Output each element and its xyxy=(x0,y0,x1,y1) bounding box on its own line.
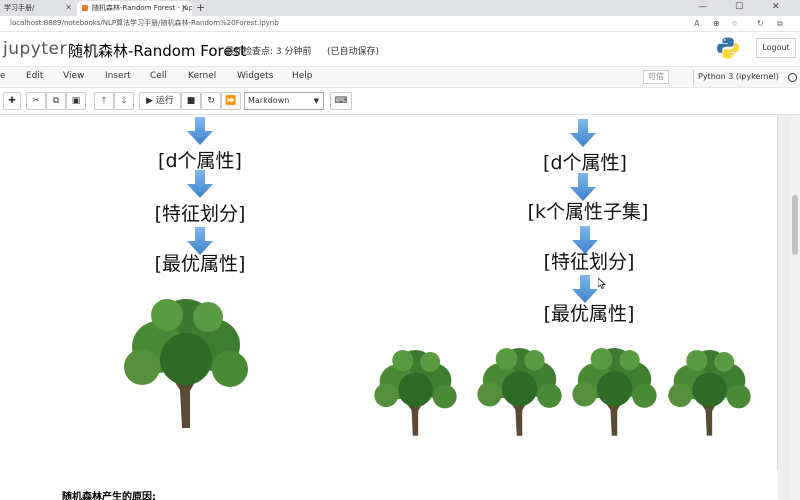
insert-cell-button[interactable]: ✚ xyxy=(3,92,21,110)
minimize-icon[interactable]: — xyxy=(698,0,707,15)
play-icon: ▶ xyxy=(146,96,154,106)
tree-icon xyxy=(124,299,248,428)
menu-widgets[interactable]: Widgets xyxy=(237,71,273,81)
notebook-scrollbar[interactable] xyxy=(790,115,800,500)
arrow-down-icon xyxy=(187,170,213,198)
arrow-down-icon xyxy=(570,119,596,147)
close-window-icon[interactable]: ✕ xyxy=(772,0,780,15)
jupyter-header: jupyter 随机森林-Random Forest 最新检查点: 3 分钟前 … xyxy=(0,32,800,66)
kernel-status-icon xyxy=(788,73,797,82)
kernel-divider xyxy=(693,70,694,85)
tab-label: 随机森林-Random Forest - Jupyt xyxy=(92,4,192,12)
cut-button[interactable]: ✂ xyxy=(26,92,46,110)
kernel-name[interactable]: Python 3 (ipykernel) xyxy=(698,72,779,81)
interrupt-button[interactable]: ■ xyxy=(181,92,201,110)
url-field[interactable]: localhost:8889/notebooks/NLP算法学习手册/随机森林-… xyxy=(10,18,279,29)
tree-icon xyxy=(477,348,562,436)
menu-cell[interactable]: Cell xyxy=(150,71,167,81)
cell-type-select[interactable]: Markdown ▼ xyxy=(244,92,324,110)
arrow-down-icon: 🡓 xyxy=(121,96,127,106)
right-flow-step-3: [特征划分] xyxy=(543,251,635,273)
left-flow-step-3: [最优属性] xyxy=(154,253,246,275)
restart-icon: ↻ xyxy=(207,96,215,106)
translate-icon[interactable]: A xyxy=(694,17,699,30)
arrow-up-icon: 🡑 xyxy=(101,96,107,106)
fast-forward-icon: ⏩ xyxy=(225,96,237,106)
right-flow-step-4: [最优属性] xyxy=(543,303,635,325)
paste-button[interactable]: ▣ xyxy=(66,92,86,110)
markdown-cell[interactable]: [d个属性] [特征划分] [最优属性] [d个属性] [k个属性子集] [特征… xyxy=(0,115,778,470)
stop-icon: ■ xyxy=(186,96,196,106)
extensions-icon[interactable]: ⧉ xyxy=(777,17,783,30)
menu-kernel[interactable]: Kernel xyxy=(188,71,216,81)
browser-tab-2[interactable]: 随机森林-Random Forest - Jupyt ✕ xyxy=(77,1,192,16)
menu-file[interactable]: e xyxy=(0,71,6,81)
chevron-down-icon: ▼ xyxy=(313,97,319,105)
tree-icon xyxy=(668,349,751,436)
copy-button[interactable]: ⧉ xyxy=(46,92,66,110)
autosave-status: (已自动保存) xyxy=(327,47,380,57)
restart-button[interactable]: ↻ xyxy=(201,92,221,110)
python-logo-icon xyxy=(717,37,739,59)
scrollbar-thumb[interactable] xyxy=(792,195,798,255)
right-flow-step-2: [k个属性子集] xyxy=(527,201,649,223)
address-bar: localhost:8889/notebooks/NLP算法学习手册/随机森林-… xyxy=(0,16,800,32)
move-down-button[interactable]: 🡓 xyxy=(114,92,134,110)
mouse-cursor-icon xyxy=(598,278,606,289)
run-label: 运行 xyxy=(155,96,174,106)
close-icon[interactable]: ✕ xyxy=(181,1,188,15)
maximize-icon[interactable]: ☐ xyxy=(735,0,743,15)
keyboard-icon: ⌨ xyxy=(334,96,348,106)
right-flow-step-1: [d个属性] xyxy=(543,152,627,174)
close-icon[interactable]: ✕ xyxy=(65,1,72,15)
copy-icon: ⧉ xyxy=(52,96,60,106)
left-flow-step-1: [d个属性] xyxy=(158,150,242,172)
browser-tab-1[interactable]: 学习手册/ ✕ xyxy=(0,1,76,16)
scissors-icon: ✂ xyxy=(32,96,40,106)
run-button[interactable]: ▶ 运行 xyxy=(139,92,181,110)
paste-icon: ▣ xyxy=(71,96,81,106)
notebook-toolbar: ✚ ✂ ⧉ ▣ 🡑 🡓 ▶ 运行 ■ ↻ ⏩ Markdown ▼ ⌨ xyxy=(0,88,800,115)
restart-run-all-button[interactable]: ⏩ xyxy=(221,92,241,110)
tab-label: 学习手册/ xyxy=(4,4,35,12)
jupyter-favicon-icon xyxy=(82,5,88,11)
left-flow-step-2: [特征划分] xyxy=(154,203,246,225)
tree-icon xyxy=(374,349,457,436)
menu-view[interactable]: View xyxy=(63,71,84,81)
move-up-button[interactable]: 🡑 xyxy=(94,92,114,110)
menu-help[interactable]: Help xyxy=(292,71,313,81)
new-tab-button[interactable]: + xyxy=(196,0,205,15)
refresh-icon[interactable]: ↻ xyxy=(757,17,764,30)
tree-icon xyxy=(572,348,657,436)
cell-type-value: Markdown xyxy=(248,96,290,105)
notebook-title[interactable]: 随机森林-Random Forest xyxy=(68,40,246,61)
logout-button[interactable]: Logout xyxy=(756,38,796,58)
plus-icon: ✚ xyxy=(8,96,16,106)
checkpoint-status: 最新检查点: 3 分钟前 xyxy=(225,47,312,57)
jupyter-logo[interactable]: jupyter xyxy=(3,39,67,59)
arrow-down-icon xyxy=(187,117,213,145)
favorite-icon[interactable]: ☆ xyxy=(731,17,738,30)
menu-insert[interactable]: Insert xyxy=(105,71,131,81)
zoom-icon[interactable]: ⊕ xyxy=(713,17,720,30)
command-palette-button[interactable]: ⌨ xyxy=(330,92,352,110)
section-heading: 随机森林产生的原因: xyxy=(62,492,156,500)
trusted-indicator[interactable]: 可信 xyxy=(643,70,669,84)
browser-tabstrip: 学习手册/ ✕ 随机森林-Random Forest - Jupyt ✕ + —… xyxy=(0,0,800,16)
menu-edit[interactable]: Edit xyxy=(26,71,43,81)
menu-bar: e Edit View Insert Cell Kernel Widgets H… xyxy=(0,66,800,88)
notebook-area: [d个属性] [特征划分] [最优属性] [d个属性] [k个属性子集] [特征… xyxy=(0,115,800,500)
